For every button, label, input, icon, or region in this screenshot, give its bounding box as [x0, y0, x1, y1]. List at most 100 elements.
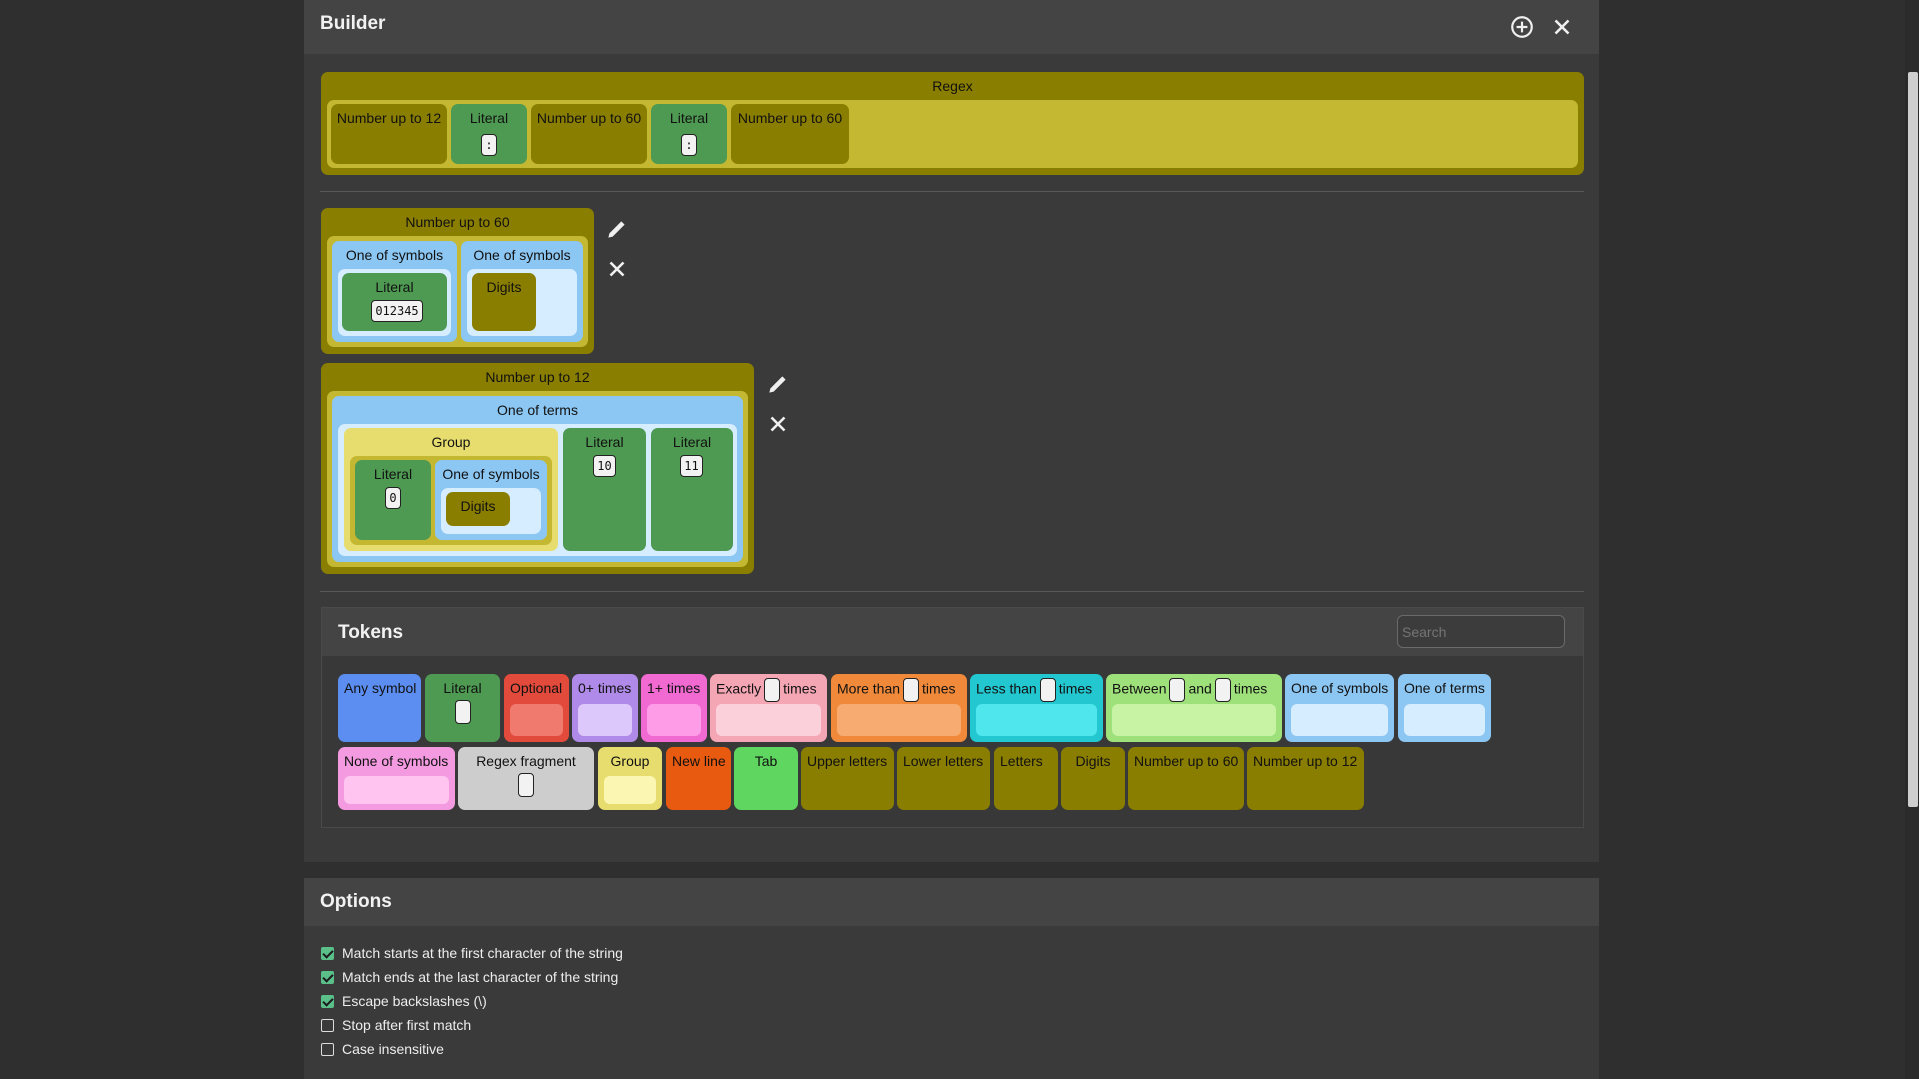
literal-value[interactable]: 0 — [385, 487, 401, 509]
symbols-dropzone[interactable]: Literal 012345 — [338, 269, 451, 336]
token-input-slot[interactable] — [1169, 678, 1186, 702]
option-stop-after-first[interactable]: Stop after first match — [321, 1017, 471, 1037]
token-dropzone[interactable] — [716, 704, 821, 736]
digits-block[interactable]: Digits — [446, 492, 510, 526]
digits-block[interactable]: Digits — [472, 273, 536, 331]
option-label: Match starts at the first character of t… — [342, 945, 623, 961]
token-zero-plus-times[interactable]: 0+ times — [572, 674, 638, 742]
add-circle-icon[interactable] — [1509, 14, 1535, 40]
one-of-symbols-block[interactable]: One of symbols Digits — [461, 241, 583, 342]
token-upper-letters[interactable]: Upper letters — [801, 747, 894, 810]
token-tab[interactable]: Tab — [734, 747, 798, 810]
checkbox-unchecked-icon[interactable] — [321, 1018, 334, 1032]
def-dropzone[interactable]: One of symbols Literal 012345 One of sym… — [327, 236, 588, 347]
literal-value[interactable]: 012345 — [371, 300, 423, 322]
token-exactly-times[interactable]: Exactly times — [710, 674, 827, 742]
divider — [320, 591, 1584, 592]
token-less-than-times[interactable]: Less than times — [970, 674, 1103, 742]
edit-pencil-icon[interactable] — [765, 371, 791, 397]
regex-dropzone[interactable]: Number up to 12 Literal : Number up to 6… — [327, 100, 1578, 168]
one-of-symbols-block[interactable]: One of symbols Digits — [435, 460, 547, 540]
literal-value[interactable]: : — [681, 134, 697, 156]
token-letters[interactable]: Letters — [994, 747, 1058, 810]
regex-item-literal[interactable]: Literal : — [651, 104, 727, 164]
checkbox-checked-icon[interactable] — [321, 946, 334, 960]
symbols-dropzone[interactable]: Digits — [441, 488, 541, 534]
regex-item-literal[interactable]: Literal : — [451, 104, 527, 164]
option-escape-backslashes[interactable]: Escape backslashes (\) — [321, 993, 487, 1013]
literal-block[interactable]: Literal 012345 — [342, 273, 447, 331]
token-input-slot[interactable] — [1214, 678, 1231, 702]
token-dropzone[interactable] — [976, 704, 1097, 736]
option-case-insensitive[interactable]: Case insensitive — [321, 1041, 444, 1061]
close-icon[interactable] — [1549, 14, 1575, 40]
group-dropzone[interactable]: Literal 0 One of symbols Digits — [350, 456, 552, 545]
token-dropzone[interactable] — [1404, 704, 1485, 736]
token-regex-fragment[interactable]: Regex fragment — [458, 747, 594, 810]
token-dropzone[interactable] — [604, 776, 656, 804]
token-input-slot[interactable] — [903, 678, 920, 702]
token-literal[interactable]: Literal — [425, 674, 500, 742]
token-lower-letters[interactable]: Lower letters — [897, 747, 990, 810]
page-scrollbar[interactable] — [1905, 0, 1919, 1079]
token-new-line[interactable]: New line — [666, 747, 731, 810]
literal-value[interactable]: 10 — [593, 455, 616, 477]
literal-block[interactable]: Literal 0 — [355, 460, 431, 540]
token-input-slot[interactable] — [518, 773, 534, 797]
edit-pencil-icon[interactable] — [604, 216, 630, 242]
token-dropzone[interactable] — [1112, 704, 1276, 736]
token-dropzone[interactable] — [344, 776, 449, 804]
group-block[interactable]: Group Literal 0 One of symbols Digits — [344, 428, 558, 551]
token-input-slot[interactable] — [764, 678, 781, 702]
literal-value[interactable]: : — [481, 134, 497, 156]
literal-value[interactable]: 11 — [680, 455, 703, 477]
token-dropzone[interactable] — [837, 704, 961, 736]
option-match-start[interactable]: Match starts at the first character of t… — [321, 945, 623, 965]
token-digits[interactable]: Digits — [1061, 747, 1125, 810]
token-none-of-symbols[interactable]: None of symbols — [338, 747, 455, 810]
token-label: Number up to 60 — [1134, 753, 1239, 769]
token-number-up-to-12[interactable]: Number up to 12 — [1247, 747, 1364, 810]
option-match-end[interactable]: Match ends at the last character of the … — [321, 969, 618, 989]
regex-item-number60[interactable]: Number up to 60 — [531, 104, 647, 164]
token-one-of-terms[interactable]: One of terms — [1398, 674, 1491, 742]
options-title: Options — [320, 891, 392, 912]
token-one-plus-times[interactable]: 1+ times — [641, 674, 707, 742]
regex-item-number60[interactable]: Number up to 60 — [731, 104, 849, 164]
token-optional[interactable]: Optional — [504, 674, 569, 742]
delete-close-icon[interactable] — [604, 256, 630, 282]
delete-close-icon[interactable] — [765, 411, 791, 437]
token-label: Literal — [443, 680, 482, 696]
token-number-up-to-60[interactable]: Number up to 60 — [1128, 747, 1244, 810]
token-one-of-symbols[interactable]: One of symbols — [1285, 674, 1394, 742]
terms-dropzone[interactable]: Group Literal 0 One of symbols Digits Li… — [338, 424, 737, 556]
symbols-dropzone[interactable]: Digits — [467, 269, 577, 336]
token-group[interactable]: Group — [598, 747, 662, 810]
def-number60-block: Number up to 60 One of symbols Literal 0… — [321, 208, 594, 354]
checkbox-unchecked-icon[interactable] — [321, 1042, 334, 1056]
token-search-input[interactable] — [1397, 615, 1565, 648]
checkbox-checked-icon[interactable] — [321, 994, 334, 1008]
one-of-symbols-block[interactable]: One of symbols Literal 012345 — [332, 241, 457, 342]
checkbox-checked-icon[interactable] — [321, 970, 334, 984]
token-dropzone[interactable] — [510, 704, 563, 736]
literal-block[interactable]: Literal 11 — [651, 428, 733, 551]
token-label: Number up to 12 — [1253, 753, 1358, 769]
def-dropzone[interactable]: One of terms Group Literal 0 One of symb… — [327, 391, 748, 567]
regex-item-number12[interactable]: Number up to 12 — [331, 104, 447, 164]
scrollbar-thumb[interactable] — [1908, 72, 1918, 807]
token-dropzone[interactable] — [647, 704, 701, 736]
literal-block[interactable]: Literal 10 — [563, 428, 646, 551]
token-label: Regex fragment — [476, 753, 576, 769]
token-input-slot[interactable] — [1039, 678, 1056, 702]
one-of-terms-block[interactable]: One of terms Group Literal 0 One of symb… — [332, 396, 743, 562]
options-header: Options — [304, 878, 1599, 926]
def-title: Number up to 60 — [405, 214, 510, 230]
token-any-symbol[interactable]: Any symbol — [338, 674, 421, 742]
token-dropzone[interactable] — [578, 704, 632, 736]
tokens-header — [322, 608, 1583, 656]
token-between-times[interactable]: Between and times — [1106, 674, 1282, 742]
token-more-than-times[interactable]: More than times — [831, 674, 967, 742]
token-input-slot[interactable] — [454, 700, 471, 724]
token-dropzone[interactable] — [1291, 704, 1388, 736]
